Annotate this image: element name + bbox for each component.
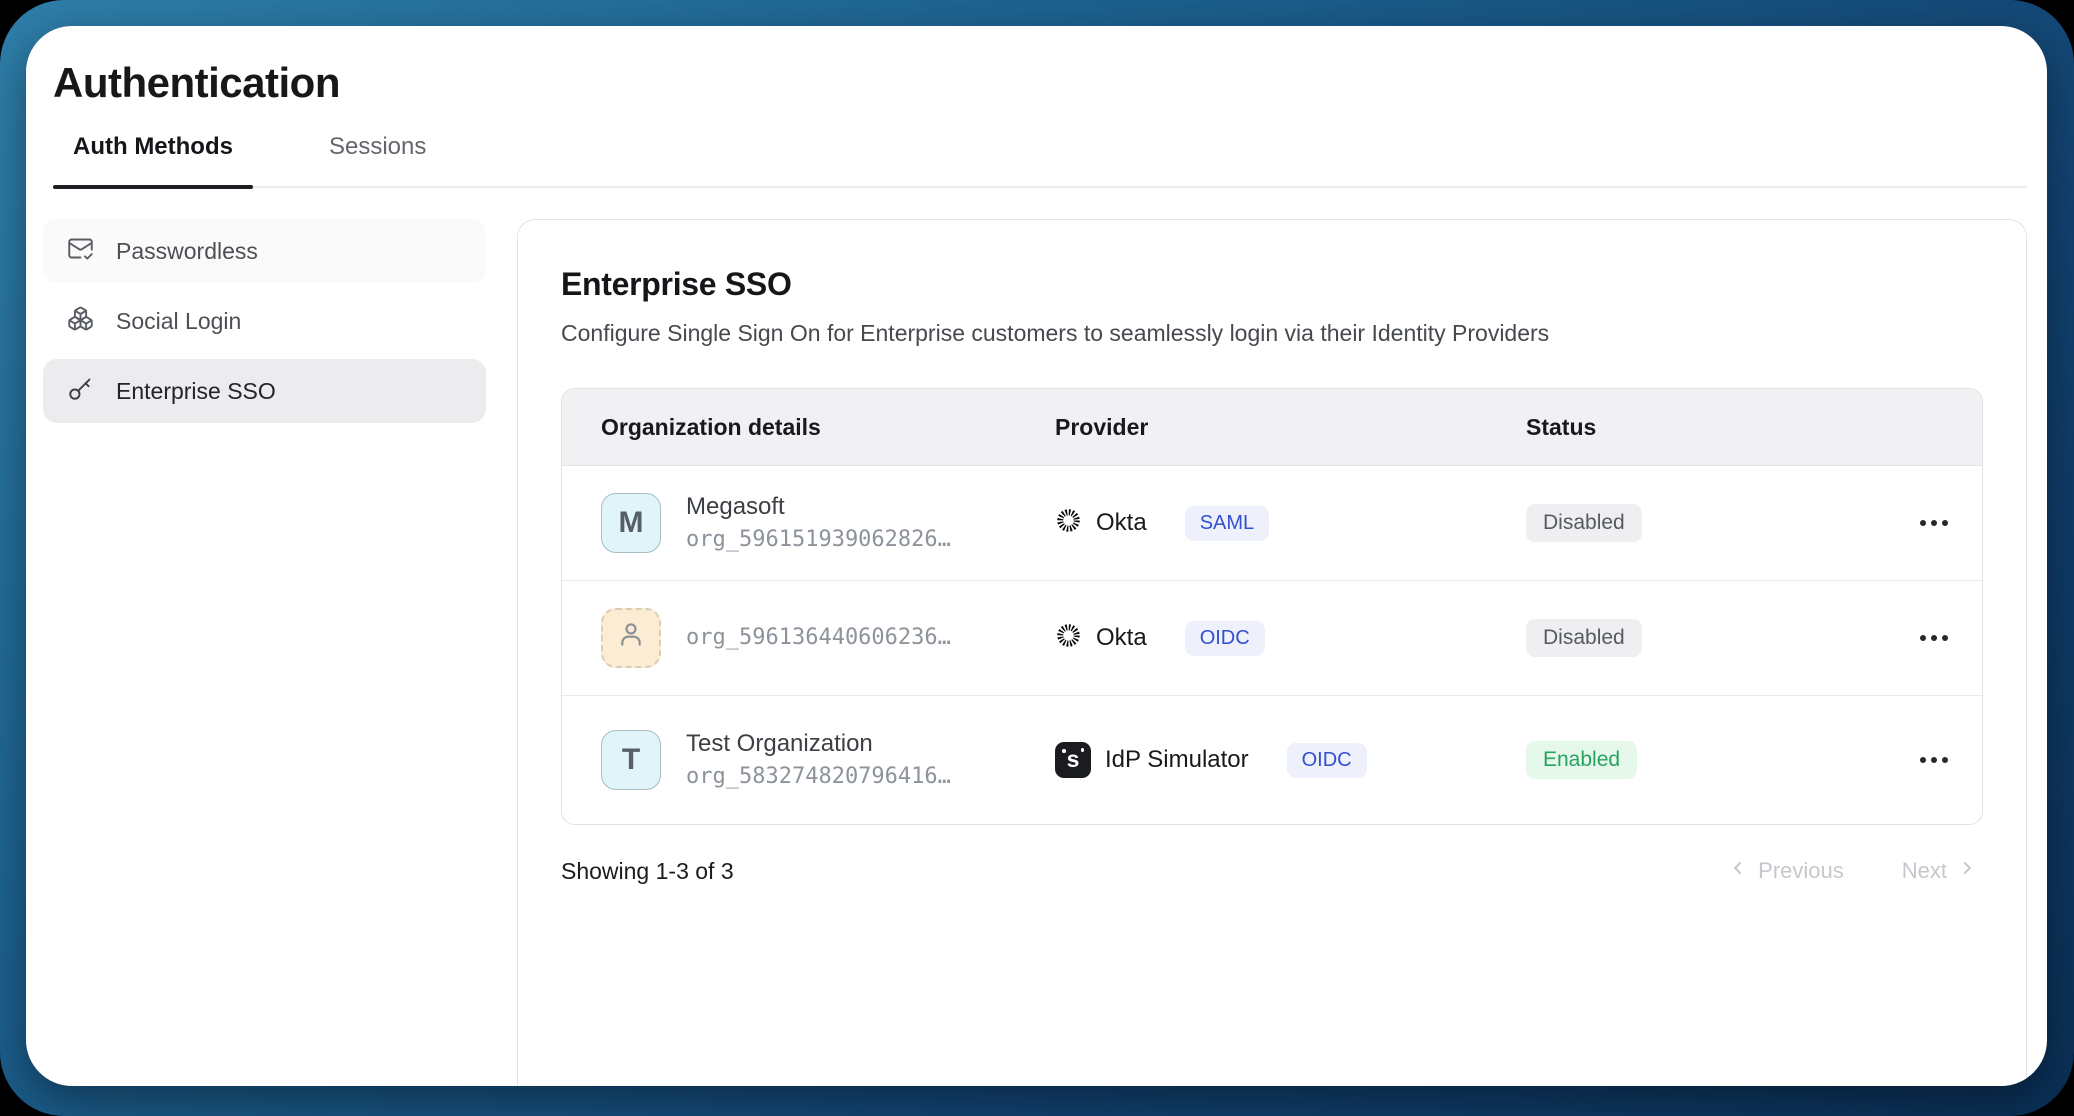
- status-cell: Disabled: [1526, 619, 1886, 657]
- content-area: Passwordless Social Login: [43, 219, 2027, 1086]
- tab-bar: Auth Methods Sessions: [53, 132, 2027, 188]
- chevron-left-icon: [1728, 858, 1748, 884]
- provider-cell: Okta OIDC: [1055, 621, 1526, 656]
- protocol-badge: OIDC: [1185, 621, 1265, 656]
- org-avatar: M: [601, 493, 661, 553]
- provider-name: IdP Simulator: [1105, 746, 1249, 774]
- sidebar-item-enterprise-sso[interactable]: Enterprise SSO: [43, 359, 486, 423]
- previous-page-button[interactable]: Previous: [1722, 857, 1850, 885]
- sidebar-item-label: Passwordless: [116, 238, 258, 265]
- app-card: Authentication Auth Methods Sessions Pas…: [26, 26, 2047, 1086]
- row-actions-menu-button[interactable]: [1910, 510, 1958, 536]
- tab-sessions[interactable]: Sessions: [309, 132, 446, 186]
- table-row[interactable]: org_596136440606236… Okta OIDC Dis: [562, 581, 1982, 696]
- column-header-provider: Provider: [1055, 414, 1526, 441]
- next-page-button[interactable]: Next: [1896, 857, 1983, 885]
- sidebar-item-label: Social Login: [116, 308, 241, 335]
- sidebar-item-passwordless[interactable]: Passwordless: [43, 219, 486, 283]
- provider-name: Okta: [1096, 624, 1147, 652]
- org-avatar: [601, 608, 661, 668]
- column-header-organization: Organization details: [562, 414, 1055, 441]
- status-cell: Disabled: [1526, 504, 1886, 542]
- protocol-badge: OIDC: [1287, 743, 1367, 778]
- sidebar: Passwordless Social Login: [43, 219, 486, 1086]
- org-texts: org_596136440606236…: [686, 624, 951, 652]
- chevron-right-icon: [1957, 858, 1977, 884]
- provider-cell: Okta SAML: [1055, 506, 1526, 541]
- status-badge: Disabled: [1526, 619, 1642, 657]
- organization-cell: T Test Organization org_583274820796416…: [562, 707, 1055, 813]
- org-name: Megasoft: [686, 492, 951, 522]
- org-texts: Test Organization org_583274820796416…: [686, 729, 951, 791]
- status-cell: Enabled: [1526, 741, 1886, 779]
- pagination: Previous Next: [1722, 857, 1983, 885]
- row-actions-menu-button[interactable]: [1910, 625, 1958, 651]
- table-header-row: Organization details Provider Status: [562, 389, 1982, 466]
- table-footer: Showing 1-3 of 3 Previous Next: [561, 857, 1983, 885]
- avatar-letter: M: [619, 506, 644, 540]
- idp-simulator-icon: s: [1055, 742, 1091, 778]
- panel-heading: Enterprise SSO: [561, 264, 1983, 304]
- mail-check-icon: [67, 235, 94, 268]
- organization-cell: M Megasoft org_596151939062826…: [562, 470, 1055, 576]
- panel-description: Configure Single Sign On for Enterprise …: [561, 318, 1983, 348]
- okta-icon: [1055, 507, 1082, 539]
- org-id: org_583274820796416…: [686, 763, 951, 791]
- org-name: Test Organization: [686, 729, 951, 759]
- org-texts: Megasoft org_596151939062826…: [686, 492, 951, 554]
- organizations-table: Organization details Provider Status M M…: [561, 388, 1983, 825]
- next-label: Next: [1902, 858, 1947, 884]
- provider-cell: s IdP Simulator OIDC: [1055, 742, 1526, 778]
- table-row[interactable]: M Megasoft org_596151939062826… Okta: [562, 466, 1982, 581]
- actions-cell: [1886, 747, 1982, 773]
- status-badge: Disabled: [1526, 504, 1642, 542]
- actions-cell: [1886, 510, 1982, 536]
- boxes-icon: [67, 305, 94, 338]
- org-id: org_596151939062826…: [686, 526, 951, 554]
- sidebar-item-label: Enterprise SSO: [116, 378, 276, 405]
- tab-auth-methods[interactable]: Auth Methods: [53, 132, 253, 186]
- organization-cell: org_596136440606236…: [562, 586, 1055, 690]
- key-icon: [67, 375, 94, 408]
- avatar-letter: T: [622, 743, 640, 777]
- protocol-badge: SAML: [1185, 506, 1269, 541]
- user-icon: [615, 618, 647, 658]
- enterprise-sso-panel: Enterprise SSO Configure Single Sign On …: [517, 219, 2027, 1086]
- page-title: Authentication: [53, 58, 2047, 108]
- idp-logo-letter: s: [1067, 748, 1080, 771]
- previous-label: Previous: [1758, 858, 1844, 884]
- showing-count: Showing 1-3 of 3: [561, 858, 734, 885]
- okta-icon: [1055, 622, 1082, 654]
- org-id: org_596136440606236…: [686, 624, 951, 652]
- sidebar-item-social-login[interactable]: Social Login: [43, 289, 486, 353]
- org-avatar: T: [601, 730, 661, 790]
- column-header-status: Status: [1526, 414, 1886, 441]
- actions-cell: [1886, 625, 1982, 651]
- status-badge: Enabled: [1526, 741, 1637, 779]
- provider-name: Okta: [1096, 509, 1147, 537]
- row-actions-menu-button[interactable]: [1910, 747, 1958, 773]
- table-row[interactable]: T Test Organization org_583274820796416……: [562, 696, 1982, 824]
